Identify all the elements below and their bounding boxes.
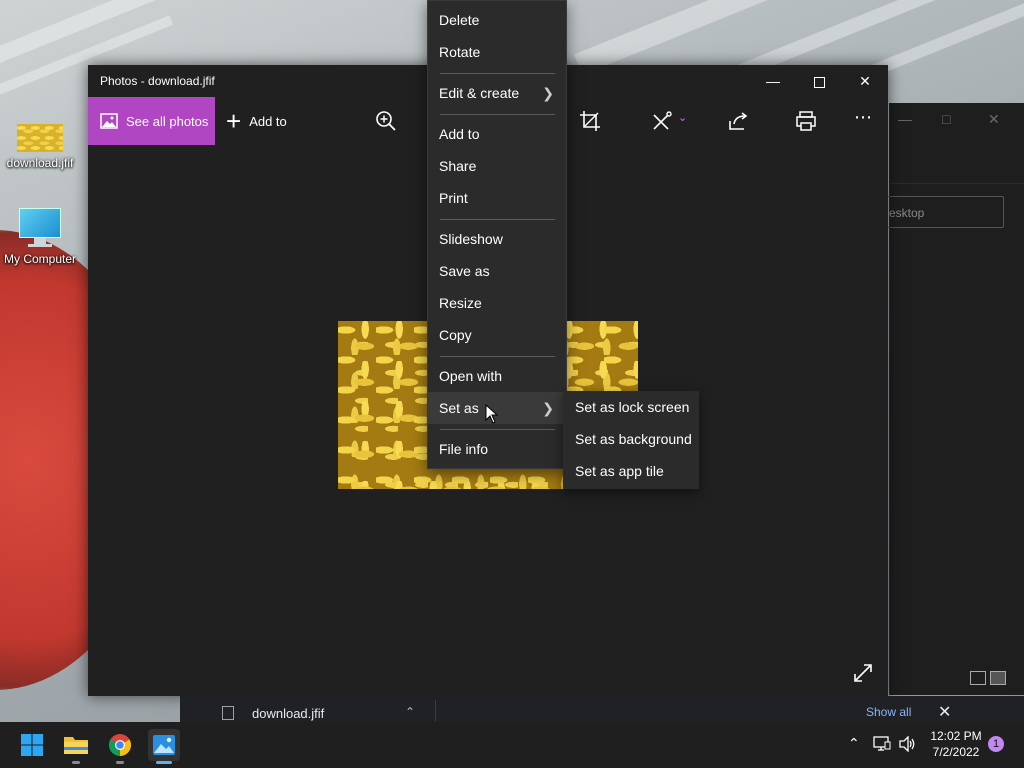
see-all-photos-label: See all photos — [126, 113, 209, 129]
file-explorer-button[interactable] — [60, 729, 92, 764]
menu-item-add-to[interactable]: Add to — [428, 118, 566, 150]
close-icon[interactable]: ✕ — [938, 702, 951, 722]
menu-item-edit-create[interactable]: Edit & create ❯ — [428, 77, 566, 109]
crop-icon[interactable] — [578, 109, 602, 133]
search-input[interactable]: esktop — [880, 196, 1004, 228]
plus-icon: + — [226, 106, 242, 136]
large-icons-view-icon[interactable] — [990, 671, 1006, 685]
menu-separator — [440, 114, 555, 115]
add-to-button[interactable]: + Add to — [226, 97, 287, 145]
running-indicator — [72, 761, 80, 764]
context-menu: Delete Rotate Edit & create ❯ Add to Sha… — [427, 0, 567, 469]
show-all-link[interactable]: Show all — [866, 705, 911, 719]
running-indicator — [156, 761, 172, 764]
submenu-item-background[interactable]: Set as background — [563, 423, 699, 455]
zoom-in-icon[interactable] — [374, 109, 398, 133]
maximize-button[interactable] — [796, 65, 842, 97]
menu-item-slideshow[interactable]: Slideshow — [428, 223, 566, 255]
menu-item-rotate[interactable]: Rotate — [428, 36, 566, 68]
maximize-icon[interactable]: □ — [942, 111, 950, 127]
chevron-down-icon[interactable]: ⌄ — [678, 111, 687, 124]
window-title: Photos - download.jfif — [100, 74, 215, 88]
divider — [890, 183, 1024, 184]
set-as-submenu: Set as lock screen Set as background Set… — [563, 391, 699, 489]
computer-icon — [19, 208, 61, 248]
menu-item-label: Set as — [439, 400, 479, 416]
taskbar: ⌃ 12:02 PM 7/2/2022 1 — [0, 722, 1024, 768]
menu-item-label: Edit & create — [439, 85, 520, 101]
chrome-icon — [109, 734, 131, 756]
details-view-icon[interactable] — [970, 671, 986, 685]
file-icon — [222, 706, 234, 720]
image-file-icon — [17, 124, 63, 152]
menu-item-file-info[interactable]: File info — [428, 433, 566, 465]
clock-time: 12:02 PM — [930, 729, 982, 743]
chrome-button[interactable] — [104, 729, 136, 764]
network-icon[interactable] — [873, 736, 891, 752]
system-clock[interactable]: 12:02 PM 7/2/2022 — [928, 728, 984, 760]
download-file-name: download.jfif — [252, 705, 325, 721]
start-button[interactable] — [16, 729, 48, 761]
close-icon[interactable]: ✕ — [988, 111, 1000, 128]
windows-logo-icon — [21, 734, 43, 756]
print-icon[interactable] — [794, 109, 818, 133]
menu-separator — [440, 219, 555, 220]
view-switcher — [970, 671, 1010, 690]
menu-separator — [440, 73, 555, 74]
menu-separator — [440, 356, 555, 357]
photos-button[interactable] — [148, 729, 180, 764]
running-indicator — [116, 761, 124, 764]
add-to-label: Add to — [249, 113, 287, 129]
gallery-icon — [100, 113, 118, 129]
menu-item-open-with[interactable]: Open with — [428, 360, 566, 392]
fullscreen-icon[interactable] — [852, 662, 874, 684]
menu-item-resize[interactable]: Resize — [428, 287, 566, 319]
background-explorer-window: — □ ✕ esktop — [880, 103, 1024, 695]
chevron-right-icon: ❯ — [542, 85, 554, 101]
menu-item-copy[interactable]: Copy — [428, 319, 566, 351]
submenu-item-app-tile[interactable]: Set as app tile — [563, 455, 699, 487]
desktop-icon-download-jfif[interactable]: download.jfif — [0, 124, 80, 170]
minimize-button[interactable]: — — [750, 65, 796, 97]
close-button[interactable]: ✕ — [842, 65, 888, 97]
share-icon[interactable] — [726, 109, 750, 133]
desktop-icon-my-computer[interactable]: My Computer — [0, 208, 80, 266]
menu-item-share[interactable]: Share — [428, 150, 566, 182]
minimize-icon[interactable]: — — [898, 111, 912, 127]
menu-item-save-as[interactable]: Save as — [428, 255, 566, 287]
photos-icon — [153, 735, 175, 755]
edit-draw-icon[interactable] — [650, 109, 674, 133]
submenu-item-lock-screen[interactable]: Set as lock screen — [563, 391, 699, 423]
show-hidden-icons-chevron[interactable]: ⌃ — [848, 735, 860, 752]
menu-item-delete[interactable]: Delete — [428, 4, 566, 36]
menu-separator — [440, 429, 555, 430]
folder-icon — [64, 737, 88, 754]
clock-date: 7/2/2022 — [932, 745, 980, 759]
see-all-photos-button[interactable]: See all photos — [88, 97, 215, 145]
chevron-right-icon: ❯ — [542, 400, 554, 416]
menu-item-print[interactable]: Print — [428, 182, 566, 214]
more-options-icon[interactable]: ⋯ — [854, 107, 873, 128]
chevron-up-icon[interactable]: ⌃ — [405, 705, 415, 719]
notification-badge[interactable]: 1 — [988, 736, 1004, 752]
desktop-icon-label: download.jfif — [6, 156, 74, 170]
volume-icon[interactable] — [899, 736, 917, 752]
mouse-cursor-icon — [485, 404, 499, 424]
desktop-icon-label: My Computer — [3, 252, 77, 266]
